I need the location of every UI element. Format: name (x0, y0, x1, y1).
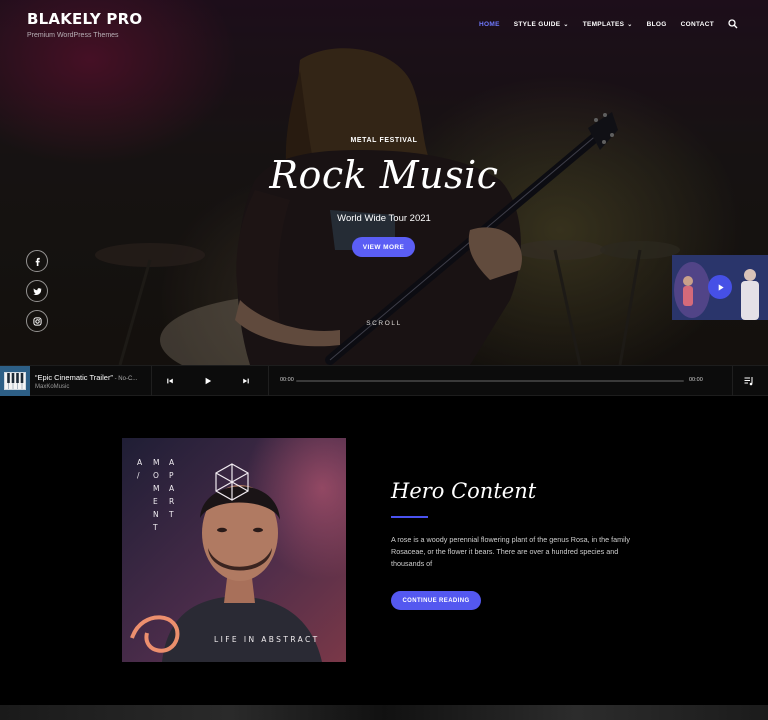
track-title-text: “Epic Cinematic Trailer” (35, 373, 113, 382)
section-title: Hero Content (391, 479, 537, 503)
cover-letter: A (169, 458, 176, 467)
cover-text-middle: M O M E N T (153, 456, 160, 534)
next-track-button[interactable] (239, 374, 253, 388)
cover-letter: N (153, 510, 160, 519)
cover-letter: / (137, 471, 141, 480)
current-time: 00:00 (280, 377, 294, 383)
cover-letter: P (169, 471, 175, 480)
instagram-icon (32, 316, 42, 326)
hero-eyebrow: METAL FESTIVAL (350, 137, 418, 144)
section-body: A rose is a woody perennial flowering pl… (391, 535, 630, 568)
main-navigation: HOME STYLE GUIDE ⌄ TEMPLATES ⌄ BLOG CONTAC… (479, 19, 738, 29)
cover-letter: M (153, 458, 161, 467)
player-divider (151, 366, 152, 396)
nav-item-home[interactable]: HOME (479, 21, 500, 28)
track-artist: MaxKoMusic (35, 384, 70, 390)
next-section-preview (0, 705, 768, 720)
play-icon (205, 377, 212, 385)
album-art (0, 366, 30, 396)
cover-letter: R (169, 497, 176, 506)
continue-reading-button[interactable]: CONTINUE READING (391, 591, 481, 610)
cover-letter: A (169, 484, 176, 493)
cover-letter: M (153, 484, 161, 493)
skip-next-icon (243, 378, 249, 384)
audio-player: “Epic Cinematic Trailer” - No-C... MaxKo… (0, 365, 768, 396)
site-title[interactable]: BLAKELY PRO (27, 10, 142, 28)
scroll-indicator[interactable]: SCROLL (0, 320, 768, 327)
view-more-button[interactable]: VIEW MORE (352, 237, 415, 257)
hero-title: Rock Music (269, 153, 499, 197)
twitter-link[interactable] (26, 280, 48, 302)
playlist-button[interactable] (742, 374, 756, 388)
nav-item-templates[interactable]: TEMPLATES ⌄ (583, 21, 633, 28)
nav-item-label: TEMPLATES (582, 20, 625, 28)
site-tagline: Premium WordPress Themes (27, 32, 119, 39)
chevron-down-icon: ⌄ (563, 21, 569, 28)
hero-subtitle: World Wide Tour 2021 (337, 213, 431, 224)
player-divider (732, 366, 733, 396)
player-divider (268, 366, 269, 396)
cover-letter: A (137, 458, 144, 467)
facebook-link[interactable] (26, 250, 48, 272)
instagram-link[interactable] (26, 310, 48, 332)
title-underline (391, 516, 428, 518)
facebook-icon (35, 257, 40, 266)
album-cover-image: A / M O M E N T A P A R T LIFE IN ABSTRA… (122, 438, 346, 662)
previous-track-button[interactable] (163, 374, 177, 388)
play-pause-button[interactable] (201, 374, 215, 388)
progress-bar[interactable] (296, 380, 684, 382)
total-time: 00:00 (689, 377, 703, 383)
chevron-down-icon: ⌄ (627, 21, 633, 28)
twitter-icon (32, 287, 42, 295)
cover-letter: T (169, 510, 175, 519)
nav-item-label: STYLE GUIDE (513, 20, 561, 28)
playlist-icon (744, 377, 753, 386)
cover-text-left: A / (137, 456, 143, 482)
cover-letter: O (153, 471, 160, 480)
nav-item-contact[interactable]: CONTACT (681, 21, 714, 28)
nav-item-style-guide[interactable]: STYLE GUIDE ⌄ (514, 21, 569, 28)
search-icon[interactable] (728, 19, 738, 29)
cover-text-right: A P A R T (169, 456, 175, 521)
cover-caption: LIFE IN ABSTRACT (214, 635, 320, 644)
play-icon (718, 283, 724, 291)
cover-letter: E (153, 497, 159, 506)
play-video-button[interactable] (708, 275, 732, 299)
piano-icon (4, 372, 26, 390)
nav-item-blog[interactable]: BLOG (647, 21, 667, 28)
cover-letter: T (153, 523, 159, 532)
video-popup-thumbnail[interactable] (672, 255, 768, 320)
track-title: “Epic Cinematic Trailer” - No-C... (35, 373, 137, 382)
track-title-suffix: - No-C... (112, 376, 138, 382)
site-branding[interactable]: BLAKELY PRO Premium WordPress Themes (27, 10, 142, 39)
skip-previous-icon (167, 378, 173, 384)
